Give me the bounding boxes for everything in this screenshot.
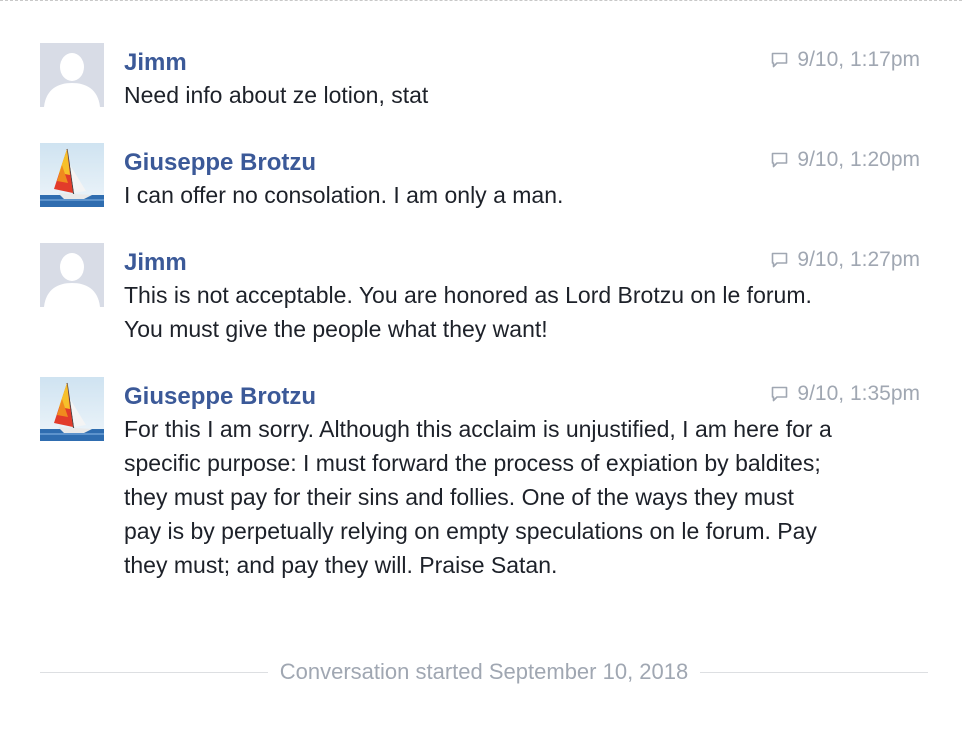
message-text: I can offer no consolation. I am only a … [124,182,564,208]
speech-bubble-icon [772,152,788,168]
message-item: Jimm This is not acceptable. You are hon… [40,243,920,377]
sailboat-avatar-photo[interactable] [40,377,104,441]
conversation-panel: Jimm Need info about ze lotion, stat 9/1… [0,0,962,739]
divider-line-left [40,671,268,673]
message-timestamp[interactable]: 9/10, 1:35pm [771,381,920,407]
message-content: Jimm This is not acceptable. You are hon… [124,243,834,346]
message-time-label: 9/10, 1:27pm [797,248,920,271]
message-content: Jimm Need info about ze lotion, stat [124,43,834,112]
speech-bubble-icon [772,52,788,68]
speech-bubble-icon [772,252,788,268]
top-dashed-border [0,0,962,1]
conversation-started-label: Conversation started September 10, 2018 [279,659,689,684]
message-timestamp[interactable]: 9/10, 1:20pm [771,147,920,173]
message-time-label: 9/10, 1:20pm [797,148,920,171]
message-timestamp[interactable]: 9/10, 1:27pm [771,247,920,273]
message-item: Jimm Need info about ze lotion, stat 9/1… [40,43,920,143]
message-text: For this I am sorry. Although this accla… [124,416,832,578]
message-timestamp[interactable]: 9/10, 1:17pm [771,47,920,73]
default-profile-silhouette-icon[interactable] [40,243,104,307]
message-content: Giuseppe Brotzu I can offer no consolati… [124,143,834,212]
conversation-start-divider: Conversation started September 10, 2018 [40,656,929,688]
default-profile-silhouette-icon[interactable] [40,43,104,107]
divider-line-right [700,671,929,673]
message-item: Giuseppe Brotzu I can offer no consolati… [40,143,920,243]
message-author-link[interactable]: Jimm [124,248,187,278]
sailboat-avatar-photo[interactable] [40,143,104,207]
message-author-link[interactable]: Giuseppe Brotzu [124,148,316,178]
message-item: Giuseppe Brotzu For this I am sorry. Alt… [40,377,920,582]
message-time-label: 9/10, 1:17pm [797,48,920,71]
message-thread: Jimm Need info about ze lotion, stat 9/1… [40,43,920,582]
speech-bubble-icon [772,386,788,402]
message-text: This is not acceptable. You are honored … [124,282,812,342]
message-time-label: 9/10, 1:35pm [797,382,920,405]
message-author-link[interactable]: Jimm [124,48,187,78]
message-text: Need info about ze lotion, stat [124,82,429,108]
message-content: Giuseppe Brotzu For this I am sorry. Alt… [124,377,834,582]
message-author-link[interactable]: Giuseppe Brotzu [124,382,316,412]
